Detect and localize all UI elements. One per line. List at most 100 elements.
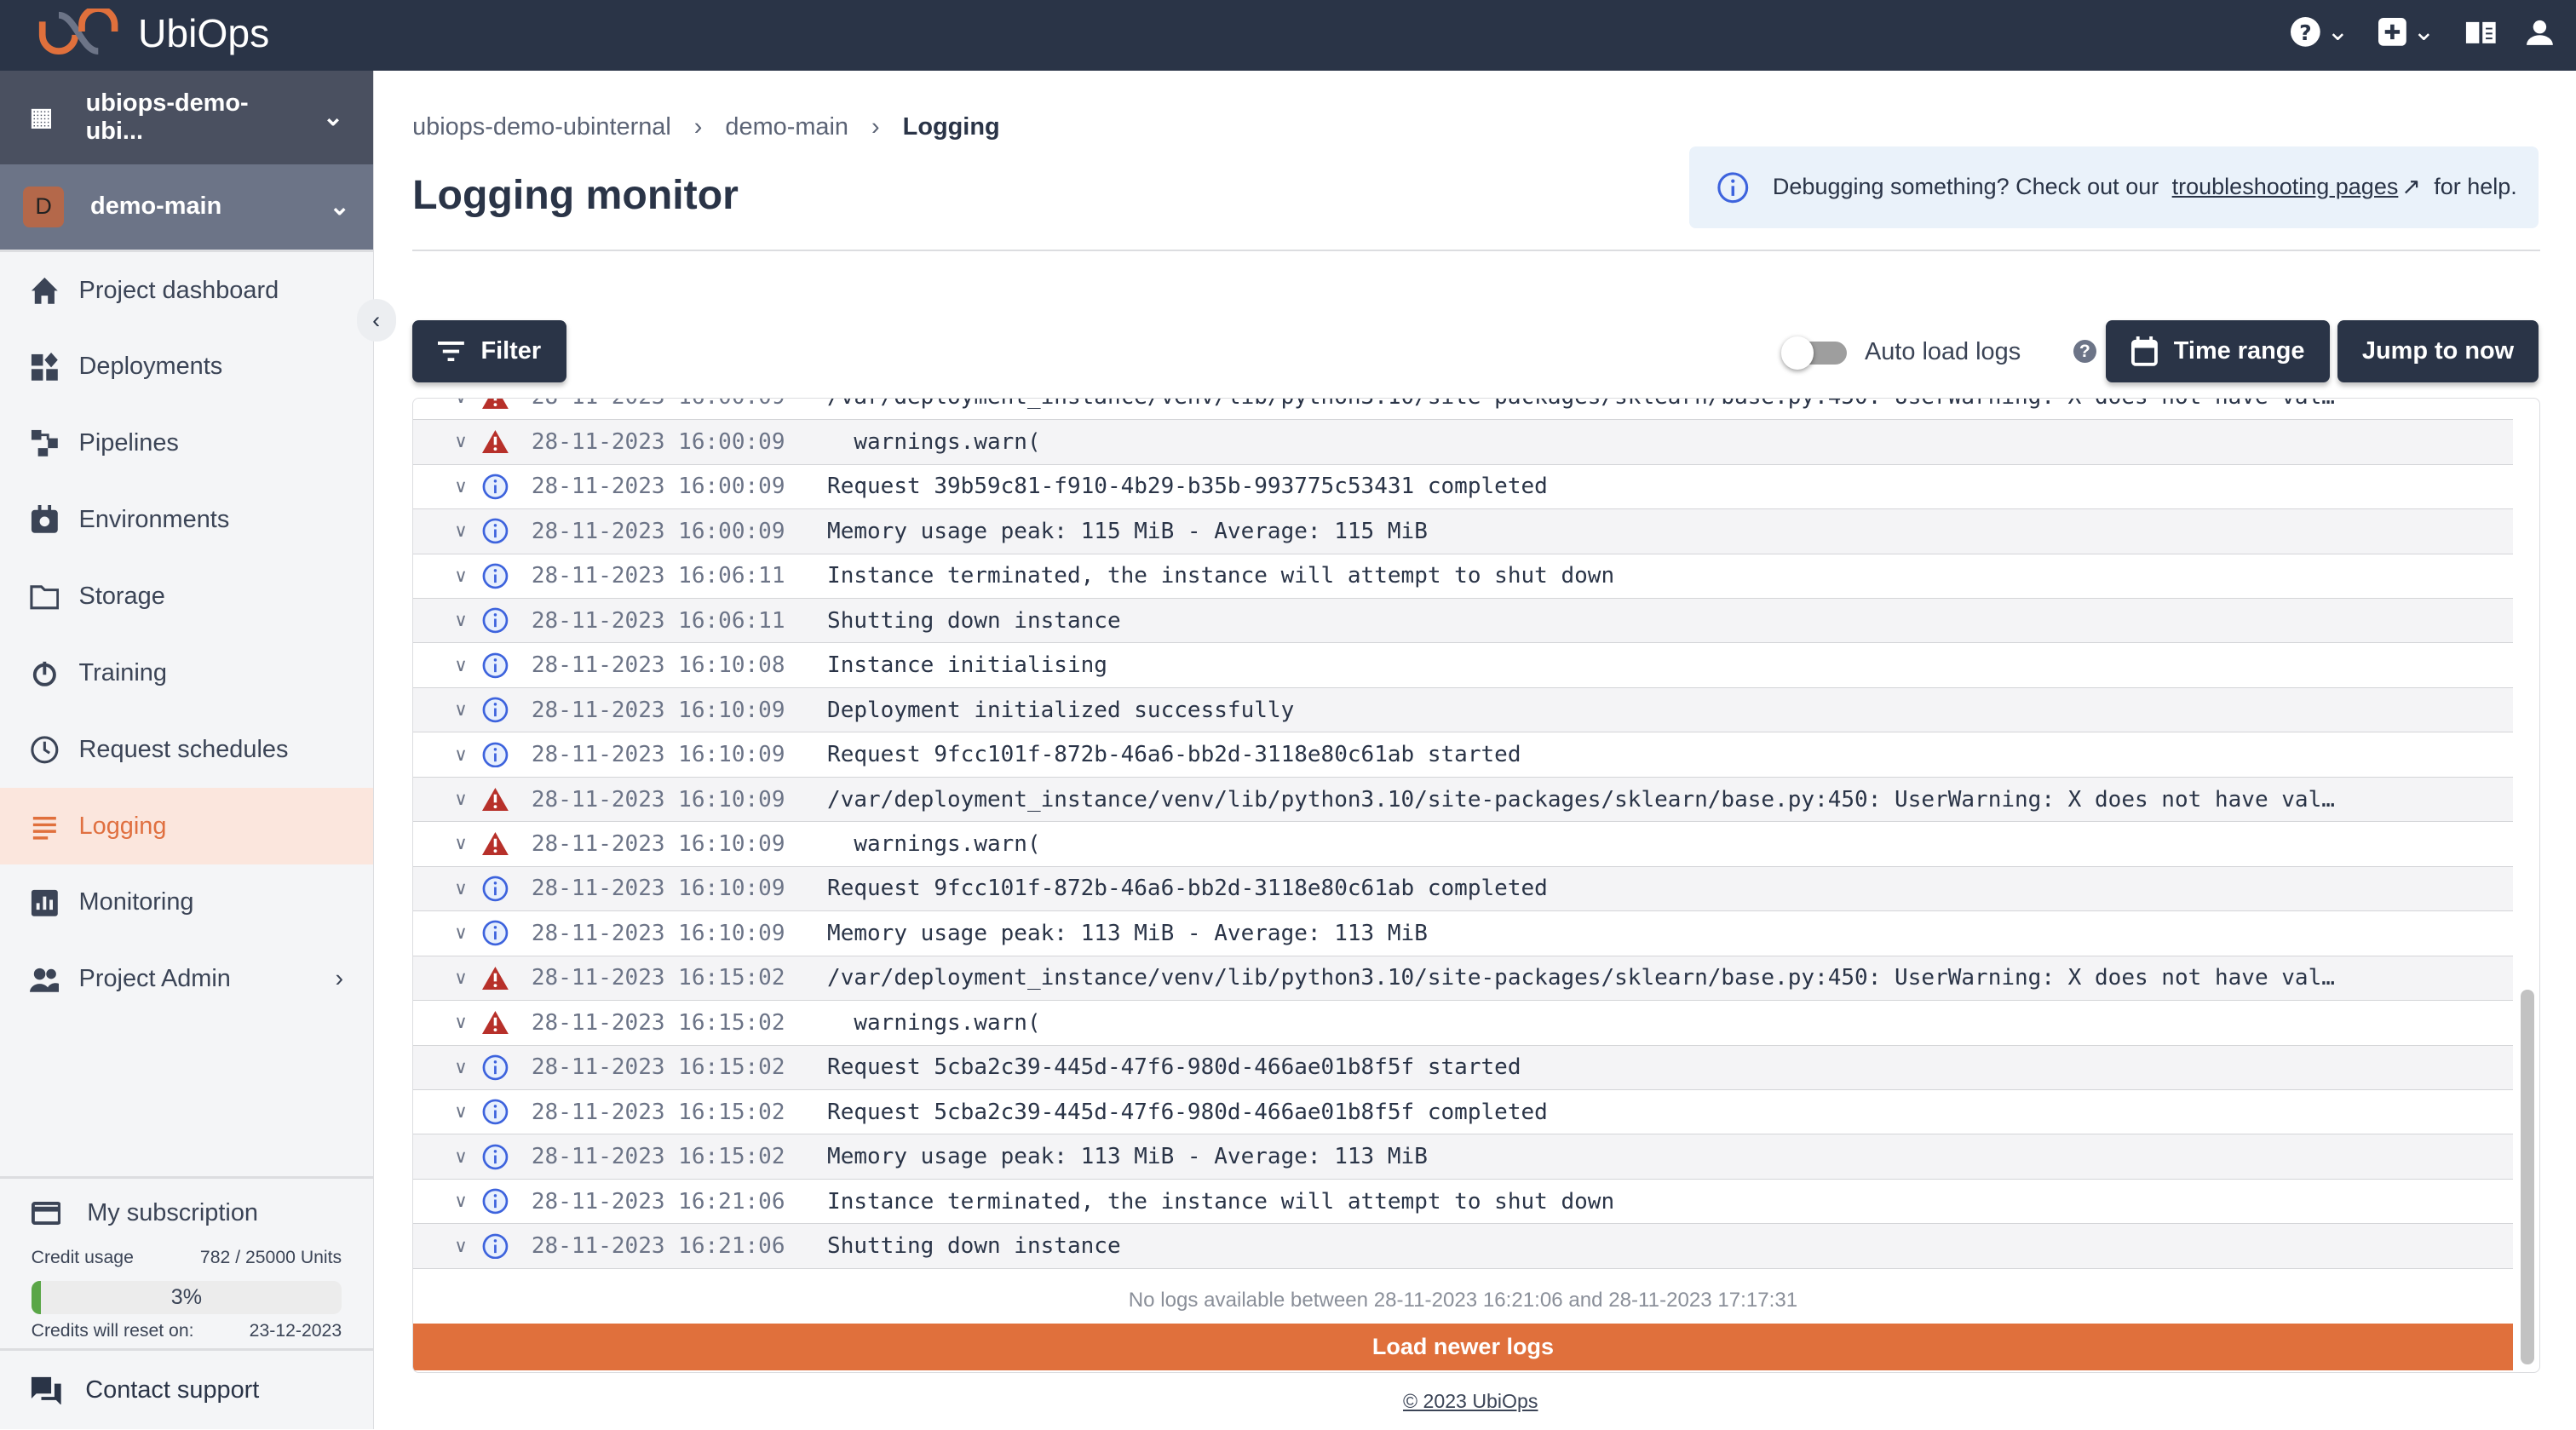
log-row[interactable]: ∨ 28-11-2023 16:10:09 Deployment initializ… — [413, 687, 2513, 733]
contact-support-link[interactable]: Contact support — [0, 1348, 373, 1429]
sidebar-item-deployments[interactable]: Deployments — [0, 329, 373, 405]
jump-to-now-label: Jump to now — [2361, 337, 2515, 365]
pipelines-icon — [31, 430, 58, 457]
auto-load-toggle[interactable] — [1780, 336, 1847, 370]
expand-chevron-icon[interactable]: ∨ — [446, 1012, 476, 1033]
log-row[interactable]: ∨ 28-11-2023 16:06:11 Shutting down instan… — [413, 598, 2513, 644]
credit-usage-label: Credit usage — [31, 1247, 134, 1267]
project-name: demo-main — [90, 192, 222, 221]
sidebar-item-pipelines[interactable]: Pipelines — [0, 405, 373, 482]
page-title: Logging monitor — [412, 171, 739, 218]
expand-chevron-icon[interactable]: ∨ — [446, 699, 476, 721]
log-row[interactable]: ∨ 28-11-2023 16:00:09 warnings.warn( — [413, 420, 2513, 465]
time-range-button[interactable]: Time range — [2106, 320, 2330, 383]
expand-chevron-icon[interactable]: ∨ — [446, 520, 476, 542]
log-row[interactable]: ∨ 28-11-2023 16:00:09 Request 39b59c81-f91… — [413, 464, 2513, 510]
sidebar-item-label: Project Admin — [78, 965, 231, 993]
help-icon[interactable]: ? — [2073, 340, 2096, 364]
log-timestamp: 28-11-2023 16:10:08 — [531, 652, 785, 679]
divider — [412, 250, 2540, 252]
collapse-sidebar-button[interactable]: ‹ — [356, 299, 396, 342]
scrollbar[interactable] — [2521, 990, 2534, 1364]
log-row[interactable]: ∨ 28-11-2023 16:15:02 Memory usage peak: 1… — [413, 1134, 2513, 1180]
log-row[interactable]: ∨ 28-11-2023 16:10:09 warnings.warn( — [413, 822, 2513, 867]
expand-chevron-icon[interactable]: ∨ — [446, 655, 476, 676]
warning-icon — [482, 398, 509, 409]
chevron-right-icon: › — [693, 113, 703, 141]
docs-book-icon[interactable] — [2464, 19, 2498, 45]
sidebar-item-monitoring[interactable]: Monitoring — [0, 864, 373, 941]
troubleshooting-link[interactable]: troubleshooting pages — [2172, 174, 2399, 200]
log-timestamp: 28-11-2023 16:00:09 — [531, 474, 785, 500]
log-message: Memory usage peak: 113 MiB - Average: 11… — [827, 920, 1428, 946]
log-timestamp: 28-11-2023 16:06:11 — [531, 607, 785, 634]
log-row[interactable]: ∨ 28-11-2023 16:10:09 Request 9fcc101f-872… — [413, 866, 2513, 912]
log-row[interactable]: ∨ 28-11-2023 16:10:08 Instance initialisin… — [413, 643, 2513, 688]
expand-chevron-icon[interactable]: ∨ — [446, 1236, 476, 1257]
sidebar-item-project-dashboard[interactable]: Project dashboard — [0, 252, 373, 329]
breadcrumb-project[interactable]: demo-main — [725, 113, 848, 141]
clock-icon — [31, 736, 59, 764]
log-row[interactable]: ∨ 28-11-2023 16:10:09/var/deployment_inst… — [413, 777, 2513, 823]
log-row[interactable]: ∨ 28-11-2023 16:21:06 Instance terminated,… — [413, 1179, 2513, 1225]
log-row[interactable]: ∨ 28-11-2023 16:15:02 Request 5cba2c39-445… — [413, 1045, 2513, 1090]
log-row[interactable]: ∨ 28-11-2023 16:00:09 Memory usage peak: 1… — [413, 509, 2513, 554]
info-icon — [482, 518, 509, 544]
log-row[interactable]: ∨ 28-11-2023 16:15:02 warnings.warn( — [413, 1001, 2513, 1046]
jump-to-now-button[interactable]: Jump to now — [2337, 320, 2539, 383]
logging-icon — [32, 816, 56, 840]
time-range-label: Time range — [2173, 337, 2305, 365]
log-row[interactable]: ∨ 28-11-2023 16:15:02/var/deployment_inst… — [413, 956, 2513, 1002]
load-newer-logs-button[interactable]: Load newer logs — [413, 1323, 2513, 1371]
log-message: Memory usage peak: 115 MiB - Average: 11… — [827, 518, 1428, 544]
expand-chevron-icon[interactable]: ∨ — [446, 399, 476, 408]
sidebar-item-project-admin[interactable]: Project Admin › — [0, 941, 373, 1018]
expand-chevron-icon[interactable]: ∨ — [446, 610, 476, 631]
expand-chevron-icon[interactable]: ∨ — [446, 922, 476, 944]
expand-chevron-icon[interactable]: ∨ — [446, 968, 476, 989]
log-row[interactable]: ∨ 28-11-2023 16:10:09 Request 9fcc101f-872… — [413, 732, 2513, 778]
expand-chevron-icon[interactable]: ∨ — [446, 1057, 476, 1078]
svg-text:?: ? — [2299, 20, 2312, 45]
sidebar-item-label: Monitoring — [78, 888, 194, 916]
expand-chevron-icon[interactable]: ∨ — [446, 1101, 476, 1123]
info-icon — [482, 1099, 509, 1125]
log-row[interactable]: ∨ 28-11-2023 16:06:11 Instance terminated,… — [413, 554, 2513, 599]
expand-chevron-icon[interactable]: ∨ — [446, 431, 476, 452]
sidebar-item-logging[interactable]: Logging — [0, 788, 373, 864]
log-row[interactable]: ∨ 28-11-2023 16:10:09 Memory usage peak: 1… — [413, 911, 2513, 956]
sidebar-item-request-schedules[interactable]: Request schedules — [0, 711, 373, 788]
expand-chevron-icon[interactable]: ∨ — [446, 833, 476, 854]
log-row[interactable]: ∨ 28-11-2023 16:15:02 Request 5cba2c39-445… — [413, 1089, 2513, 1135]
create-menu-button[interactable]: ⌄ — [2378, 16, 2435, 47]
expand-chevron-icon[interactable]: ∨ — [446, 476, 476, 497]
expand-chevron-icon[interactable]: ∨ — [446, 566, 476, 587]
expand-chevron-icon[interactable]: ∨ — [446, 789, 476, 810]
expand-chevron-icon[interactable]: ∨ — [446, 1146, 476, 1168]
sidebar-item-environments[interactable]: Environments — [0, 482, 373, 559]
log-message: Instance initialising — [827, 652, 1107, 679]
log-row[interactable]: ∨ 28-11-2023 16:21:06 Shutting down instan… — [413, 1224, 2513, 1269]
my-subscription-link[interactable]: My subscription — [31, 1188, 342, 1238]
info-icon — [482, 742, 509, 767]
footer-copyright-link[interactable]: © 2023 UbiOps — [1403, 1390, 1538, 1413]
organization-selector[interactable]: ▦ ubiops-demo-ubi... ⌄ — [0, 70, 373, 164]
sidebar-item-training[interactable]: Training — [0, 635, 373, 711]
project-selector[interactable]: D demo-main ⌄ — [0, 164, 373, 253]
expand-chevron-icon[interactable]: ∨ — [446, 878, 476, 899]
expand-chevron-icon[interactable]: ∨ — [446, 744, 476, 766]
sidebar-item-storage[interactable]: Storage — [0, 559, 373, 635]
organization-name: ubiops-demo-ubi... — [85, 89, 249, 145]
help-menu-button[interactable]: ? ⌄ — [2290, 16, 2349, 47]
expand-chevron-icon[interactable]: ∨ — [446, 1191, 476, 1212]
home-icon — [31, 277, 58, 304]
subscription-panel: My subscription Credit usage 782 / 25000 … — [0, 1175, 373, 1341]
user-icon[interactable] — [2527, 19, 2554, 45]
ubiops-logo[interactable]: UbiOps — [36, 8, 269, 58]
breadcrumb-organization[interactable]: ubiops-demo-ubinternal — [412, 113, 671, 141]
environments-icon — [31, 505, 58, 534]
info-banner: Debugging something? Check out our troub… — [1688, 146, 2539, 229]
log-message: /var/deployment_instance/venv/lib/python… — [827, 786, 2335, 813]
log-row[interactable]: ∨ 28-11-2023 16:00:09/var/deployment_inst… — [413, 398, 2513, 421]
filter-button[interactable]: Filter — [412, 320, 567, 383]
